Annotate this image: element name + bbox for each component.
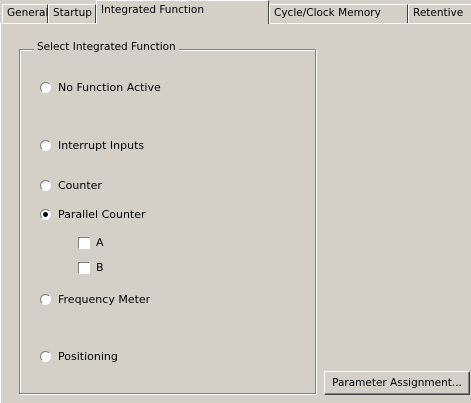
radio-parallel-counter[interactable]: Parallel Counter [40,208,146,221]
radio-label: Counter [58,179,102,192]
integrated-function-group [19,49,316,394]
radio-counter[interactable]: Counter [40,179,102,192]
radio-button[interactable] [40,82,51,93]
tab-cycle-clock-memory[interactable]: Cycle/Clock Memory [269,4,408,23]
checkbox-label: A [96,236,104,249]
radio-button[interactable] [40,294,51,305]
checkbox-box[interactable] [78,236,90,249]
radio-label: Frequency Meter [58,293,151,306]
radio-label: No Function Active [58,81,161,94]
radio-button[interactable] [40,351,51,362]
parameter-assignment-button[interactable]: Parameter Assignment... [324,371,470,395]
tab-general[interactable]: General [2,4,48,23]
checkbox-label: B [96,261,104,274]
tab-integrated-function[interactable]: Integrated Function [96,0,269,24]
radio-button[interactable] [40,140,51,151]
checkbox-a[interactable]: A [78,236,104,249]
tab-startup[interactable]: Startup [48,4,96,23]
radio-positioning[interactable]: Positioning [40,350,118,363]
checkbox-b[interactable]: B [78,261,104,274]
tab-retentive[interactable]: Retentive [408,4,471,23]
radio-interrupt-inputs[interactable]: Interrupt Inputs [40,139,144,152]
radio-label: Parallel Counter [58,208,146,221]
tab-strip: General Startup Integrated Function Cycl… [0,0,471,24]
radio-button[interactable] [40,180,51,191]
radio-frequency-meter[interactable]: Frequency Meter [40,293,150,306]
checkbox-box[interactable] [78,261,90,274]
group-title: Select Integrated Function [34,41,179,53]
radio-label: Positioning [58,350,118,363]
radio-button[interactable] [40,209,51,220]
radio-label: Interrupt Inputs [58,139,145,152]
radio-no-function-active[interactable]: No Function Active [40,81,161,94]
